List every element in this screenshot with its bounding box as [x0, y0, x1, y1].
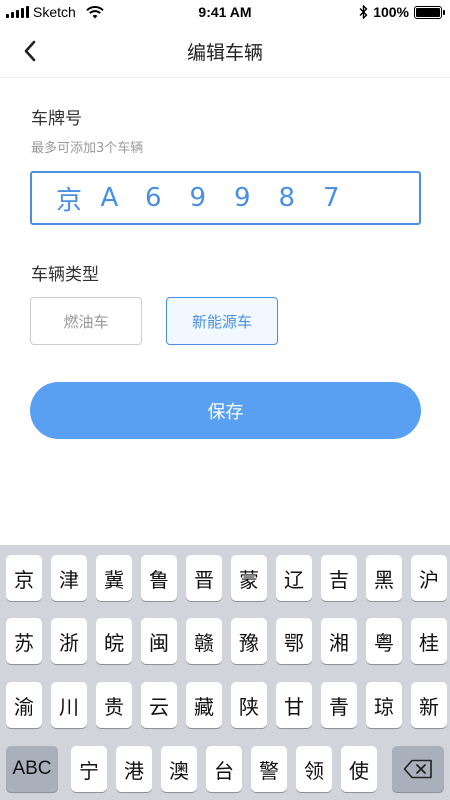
key-陕[interactable]: 陕: [231, 682, 267, 728]
key-新[interactable]: 新: [411, 682, 447, 728]
key-宁[interactable]: 宁: [71, 746, 107, 792]
key-津[interactable]: 津: [51, 555, 87, 601]
key-京[interactable]: 京: [6, 555, 42, 601]
key-云[interactable]: 云: [141, 682, 177, 728]
key-桂[interactable]: 桂: [411, 618, 447, 664]
bluetooth-icon: [359, 5, 368, 19]
key-渝[interactable]: 渝: [6, 682, 42, 728]
key-领[interactable]: 领: [296, 746, 332, 792]
backspace-icon: [403, 759, 432, 779]
nav-bar: 编辑车辆: [0, 24, 450, 78]
key-辽[interactable]: 辽: [276, 555, 312, 601]
key-警[interactable]: 警: [251, 746, 287, 792]
key-黑[interactable]: 黑: [366, 555, 402, 601]
status-bar: Sketch 9:41 AM 100%: [0, 0, 450, 24]
fuel-vehicle-option[interactable]: 燃油车: [30, 297, 142, 345]
key-闽[interactable]: 闽: [141, 618, 177, 664]
new-energy-vehicle-option[interactable]: 新能源车: [166, 297, 278, 345]
key-晋[interactable]: 晋: [186, 555, 222, 601]
province-keyboard: 京津冀鲁晋蒙辽吉黑沪苏浙皖闽赣豫鄂湘粤桂渝川贵云藏陕甘青琼新宁港澳台警领使 ABC: [0, 545, 450, 800]
key-贵[interactable]: 贵: [96, 682, 132, 728]
key-冀[interactable]: 冀: [96, 555, 132, 601]
battery-percent: 100%: [373, 4, 409, 20]
plate-char[interactable]: 京: [56, 180, 101, 217]
plate-label: 车牌号: [31, 109, 82, 129]
plate-char[interactable]: A: [101, 183, 146, 213]
key-皖[interactable]: 皖: [96, 618, 132, 664]
plate-char[interactable]: 7: [323, 183, 368, 213]
key-苏[interactable]: 苏: [6, 618, 42, 664]
key-赣[interactable]: 赣: [186, 618, 222, 664]
key-蒙[interactable]: 蒙: [231, 555, 267, 601]
key-使[interactable]: 使: [341, 746, 377, 792]
plate-char[interactable]: 9: [234, 183, 279, 213]
key-粤[interactable]: 粤: [366, 618, 402, 664]
key-澳[interactable]: 澳: [161, 746, 197, 792]
vehicle-type-label: 车辆类型: [31, 265, 99, 285]
key-沪[interactable]: 沪: [411, 555, 447, 601]
plate-char[interactable]: 9: [190, 183, 235, 213]
key-青[interactable]: 青: [321, 682, 357, 728]
plate-input[interactable]: 京 A 6 9 9 8 7: [30, 171, 421, 225]
plate-char[interactable]: 8: [279, 183, 324, 213]
key-琼[interactable]: 琼: [366, 682, 402, 728]
page-title: 编辑车辆: [186, 42, 263, 64]
key-鄂[interactable]: 鄂: [276, 618, 312, 664]
key-藏[interactable]: 藏: [186, 682, 222, 728]
key-鲁[interactable]: 鲁: [141, 555, 177, 601]
key-甘[interactable]: 甘: [276, 682, 312, 728]
plate-char[interactable]: 6: [145, 183, 190, 213]
plate-hint: 最多可添加3个车辆: [31, 141, 144, 156]
key-浙[interactable]: 浙: [51, 618, 87, 664]
key-港[interactable]: 港: [116, 746, 152, 792]
key-台[interactable]: 台: [206, 746, 242, 792]
key-湘[interactable]: 湘: [321, 618, 357, 664]
delete-key[interactable]: [392, 746, 444, 792]
status-right: 100%: [359, 4, 445, 20]
key-川[interactable]: 川: [51, 682, 87, 728]
save-button[interactable]: 保存: [30, 382, 421, 439]
key-豫[interactable]: 豫: [231, 618, 267, 664]
battery-fill: [416, 7, 440, 17]
battery-icon: [414, 5, 445, 19]
key-吉[interactable]: 吉: [321, 555, 357, 601]
abc-key[interactable]: ABC: [6, 746, 58, 792]
